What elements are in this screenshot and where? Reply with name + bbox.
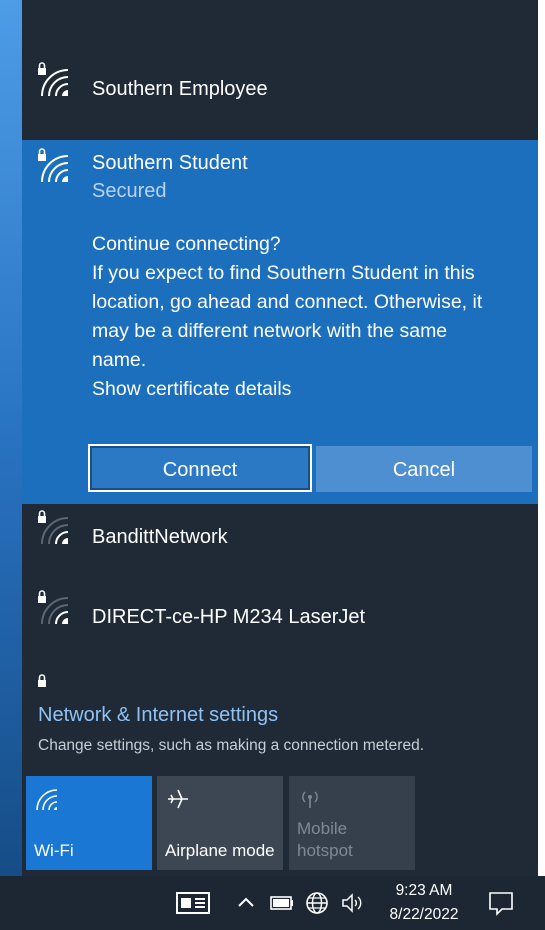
network-item-direct-hp[interactable]: DIRECT-ce-HP M234 LaserJet xyxy=(22,590,538,646)
secured-wifi-icon xyxy=(38,148,69,183)
mobile-hotspot-tile[interactable]: Mobile hotspot xyxy=(289,776,415,870)
notifications-icon[interactable] xyxy=(488,890,514,916)
prompt-text-line: name. xyxy=(92,349,147,371)
network-settings-description: Change settings, such as making a connec… xyxy=(38,737,425,754)
wifi-icon xyxy=(36,789,58,811)
prompt-text-line: may be a different network with the same xyxy=(92,320,448,342)
speaker-volume-icon[interactable] xyxy=(340,891,366,915)
wifi-signal-icon xyxy=(36,0,70,18)
clock-time[interactable]: 9:23 AM xyxy=(378,882,470,900)
prompt-text-line: location, go ahead and connect. Otherwis… xyxy=(92,291,483,313)
secured-wifi-weak-icon xyxy=(38,510,69,545)
desktop-right-edge xyxy=(538,0,545,930)
wifi-toggle-tile[interactable]: Wi-Fi xyxy=(26,776,152,870)
clock-date[interactable]: 8/22/2022 xyxy=(378,906,470,924)
network-item-partial-bottom[interactable] xyxy=(22,670,538,688)
prompt-question: Continue connecting? xyxy=(92,233,281,255)
network-item-southern-employee[interactable]: Southern Employee xyxy=(22,62,538,118)
network-item-banditt[interactable]: BandittNetwork xyxy=(22,510,538,566)
secured-wifi-weak-icon xyxy=(38,590,69,625)
network-settings-link[interactable]: Network & Internet settings xyxy=(38,704,278,727)
taskbar: 9:23 AM 8/22/2022 xyxy=(0,876,545,930)
prompt-text-line: If you expect to find Southern Student i… xyxy=(92,262,475,284)
secured-wifi-icon xyxy=(38,674,46,687)
network-name: BandittNetwork xyxy=(92,526,228,548)
show-certificate-link[interactable]: Show certificate details xyxy=(92,375,522,404)
tile-label: Airplane mode xyxy=(165,841,275,860)
news-widget-icon[interactable] xyxy=(176,890,210,916)
network-item-southern-student[interactable]: Southern Student Secured Continue connec… xyxy=(22,140,538,504)
battery-icon[interactable] xyxy=(270,896,294,910)
chevron-up-icon[interactable] xyxy=(236,894,256,910)
tile-label: Wi-Fi xyxy=(34,841,74,860)
tile-label: Mobile hotspot xyxy=(297,818,353,862)
connection-prompt: Continue connecting? If you expect to fi… xyxy=(92,230,522,404)
network-status: Secured xyxy=(92,180,167,202)
globe-network-icon[interactable] xyxy=(304,890,330,916)
cancel-button[interactable]: Cancel xyxy=(316,446,532,492)
hotspot-icon xyxy=(302,791,318,808)
network-name: Southern Employee xyxy=(92,78,268,100)
airplane-mode-tile[interactable]: Airplane mode xyxy=(157,776,283,870)
tile-label-line: hotspot xyxy=(297,841,353,860)
network-name: Southern Student xyxy=(92,152,248,174)
secured-wifi-icon xyxy=(38,62,69,97)
airplane-icon xyxy=(168,789,188,809)
tile-label-line: Mobile xyxy=(297,819,348,838)
network-item-partial-top[interactable] xyxy=(22,0,538,30)
desktop-left-edge xyxy=(0,0,22,930)
network-name: DIRECT-ce-HP M234 LaserJet xyxy=(92,606,366,628)
connect-button[interactable]: Connect xyxy=(88,444,312,492)
